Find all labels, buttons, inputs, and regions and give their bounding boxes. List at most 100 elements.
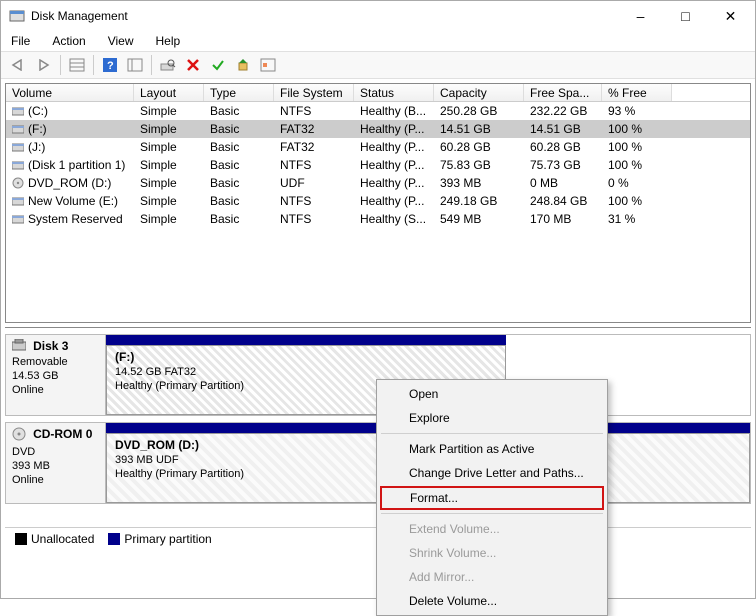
drive-icon <box>12 123 24 135</box>
disk-size: 393 MB <box>12 460 50 472</box>
cell-status: Healthy (P... <box>354 140 434 154</box>
col-volume[interactable]: Volume <box>6 84 134 101</box>
col-type[interactable]: Type <box>204 84 274 101</box>
cell-fs: NTFS <box>274 194 354 208</box>
cell-free: 170 MB <box>524 212 602 226</box>
cell-layout: Simple <box>134 176 204 190</box>
col-pctfree[interactable]: % Free <box>602 84 672 101</box>
cell-layout: Simple <box>134 212 204 226</box>
cell-free: 75.73 GB <box>524 158 602 172</box>
cell-pct: 93 % <box>602 104 672 118</box>
rescan-button[interactable] <box>156 54 180 76</box>
menu-view[interactable]: View <box>104 32 138 50</box>
volume-name: (F:) <box>28 122 47 136</box>
ctx-mark-active[interactable]: Mark Partition as Active <box>379 437 605 461</box>
ctx-mirror: Add Mirror... <box>379 565 605 589</box>
minimize-button[interactable]: – <box>618 2 663 30</box>
col-status[interactable]: Status <box>354 84 434 101</box>
menu-action[interactable]: Action <box>48 32 89 50</box>
partition-status: Healthy (Primary Partition) <box>115 380 244 392</box>
cell-type: Basic <box>204 176 274 190</box>
cell-free: 0 MB <box>524 176 602 190</box>
cell-fs: NTFS <box>274 212 354 226</box>
volume-name: New Volume (E:) <box>28 194 118 208</box>
cell-capacity: 250.28 GB <box>434 104 524 118</box>
maximize-button[interactable]: □ <box>663 2 708 30</box>
volume-row[interactable]: (J:)SimpleBasicFAT32Healthy (P...60.28 G… <box>6 138 750 156</box>
disc-icon <box>12 177 24 189</box>
volume-name: (J:) <box>28 140 45 154</box>
ctx-extend: Extend Volume... <box>379 517 605 541</box>
menu-file[interactable]: File <box>7 32 34 50</box>
delete-button[interactable] <box>181 54 205 76</box>
up-button[interactable] <box>231 54 255 76</box>
cell-type: Basic <box>204 140 274 154</box>
drive-icon <box>12 141 24 153</box>
drive-icon <box>12 159 24 171</box>
menu-help[interactable]: Help <box>152 32 185 50</box>
cell-status: Healthy (P... <box>354 158 434 172</box>
cell-capacity: 249.18 GB <box>434 194 524 208</box>
cell-status: Healthy (P... <box>354 194 434 208</box>
menu-bar: File Action View Help <box>1 31 755 51</box>
legend-primary: Primary partition <box>108 532 211 546</box>
ctx-explore[interactable]: Explore <box>379 406 605 430</box>
col-layout[interactable]: Layout <box>134 84 204 101</box>
disk-title: Disk 3 <box>33 339 68 353</box>
disk-size: 14.53 GB <box>12 370 58 382</box>
cell-type: Basic <box>204 212 274 226</box>
volume-name: System Reserved <box>28 212 123 226</box>
volume-row[interactable]: (Disk 1 partition 1)SimpleBasicNTFSHealt… <box>6 156 750 174</box>
settings-button[interactable] <box>256 54 280 76</box>
ctx-change-letter[interactable]: Change Drive Letter and Paths... <box>379 461 605 485</box>
disk-state: Online <box>12 474 44 486</box>
svg-text:?: ? <box>107 60 114 72</box>
context-menu: Open Explore Mark Partition as Active Ch… <box>376 379 608 616</box>
back-button[interactable] <box>7 54 31 76</box>
cell-status: Healthy (S... <box>354 212 434 226</box>
cell-free: 248.84 GB <box>524 194 602 208</box>
volume-row[interactable]: System Reserved SimpleBasicNTFSHealthy (S… <box>6 210 750 228</box>
drive-icon <box>12 213 24 225</box>
volume-list-header: Volume Layout Type File System Status Ca… <box>6 84 750 102</box>
disk-info: CD-ROM 0 DVD 393 MB Online <box>6 423 106 503</box>
col-free[interactable]: Free Spa... <box>524 84 602 101</box>
cell-pct: 100 % <box>602 140 672 154</box>
cell-pct: 0 % <box>602 176 672 190</box>
ctx-open[interactable]: Open <box>379 382 605 406</box>
volume-list[interactable]: Volume Layout Type File System Status Ca… <box>5 83 751 323</box>
cell-layout: Simple <box>134 194 204 208</box>
cell-type: Basic <box>204 194 274 208</box>
properties-button[interactable] <box>123 54 147 76</box>
col-filesystem[interactable]: File System <box>274 84 354 101</box>
cell-status: Healthy (P... <box>354 176 434 190</box>
forward-button[interactable] <box>32 54 56 76</box>
volume-row[interactable]: (C:)SimpleBasicNTFSHealthy (B...250.28 G… <box>6 102 750 120</box>
drive-icon <box>12 195 24 207</box>
volume-name: (C:) <box>28 104 48 118</box>
cell-layout: Simple <box>134 140 204 154</box>
volume-row[interactable]: DVD_ROM (D:)SimpleBasicUDFHealthy (P...3… <box>6 174 750 192</box>
disk-info: Disk 3 Removable 14.53 GB Online <box>6 335 106 415</box>
view-list-button[interactable] <box>65 54 89 76</box>
volume-row[interactable]: New Volume (E:) SimpleBasicNTFSHealthy (P… <box>6 192 750 210</box>
volume-name: (Disk 1 partition 1) <box>28 158 125 172</box>
partition-size: 14.52 GB FAT32 <box>115 366 196 378</box>
volume-row[interactable]: (F:)SimpleBasicFAT32Healthy (P...14.51 G… <box>6 120 750 138</box>
ctx-separator <box>381 513 603 514</box>
cell-capacity: 60.28 GB <box>434 140 524 154</box>
removable-icon <box>12 339 26 355</box>
cell-fs: FAT32 <box>274 122 354 136</box>
cell-pct: 100 % <box>602 194 672 208</box>
col-capacity[interactable]: Capacity <box>434 84 524 101</box>
title-bar: Disk Management – □ ✕ <box>1 1 755 31</box>
help-button[interactable]: ? <box>98 54 122 76</box>
ctx-format[interactable]: Format... <box>380 486 604 510</box>
ctx-delete[interactable]: Delete Volume... <box>379 589 605 613</box>
cell-free: 60.28 GB <box>524 140 602 154</box>
check-button[interactable] <box>206 54 230 76</box>
close-button[interactable]: ✕ <box>708 2 753 30</box>
cell-type: Basic <box>204 122 274 136</box>
cell-type: Basic <box>204 104 274 118</box>
cell-fs: NTFS <box>274 158 354 172</box>
